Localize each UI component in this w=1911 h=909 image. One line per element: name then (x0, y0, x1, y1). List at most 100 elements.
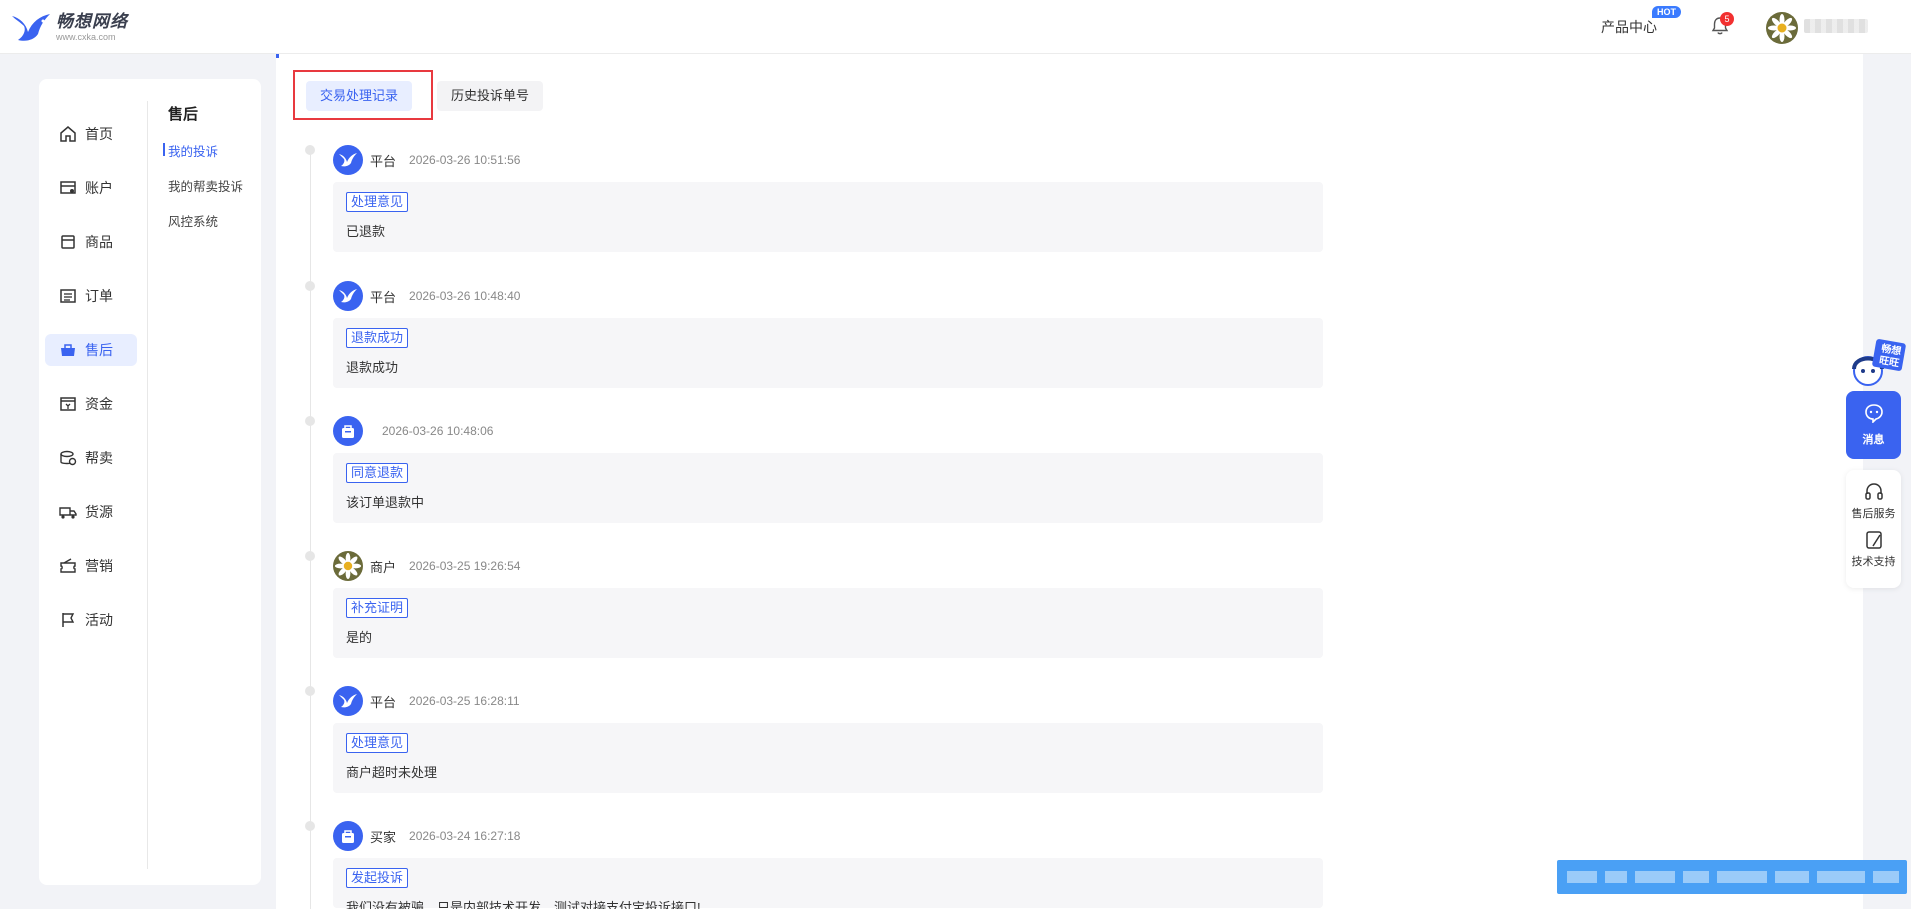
timeline-line (310, 154, 311, 909)
hot-badge: HOT (1652, 6, 1681, 18)
logo-name: 畅想网络 (56, 11, 128, 31)
aftersale-icon (61, 344, 75, 356)
bird-icon (339, 694, 357, 708)
home-icon (60, 126, 76, 142)
entry-content: 补充证明 是的 (333, 588, 1323, 658)
timeline-dot (305, 416, 315, 426)
entry-content: 发起投诉 我们没有被骗，只是内部技术开发，测试对接支付宝投诉接口! (333, 858, 1323, 909)
goods-icon (61, 235, 75, 249)
notification-badge: 5 (1720, 12, 1734, 26)
entry-tag: 补充证明 (346, 598, 409, 618)
menu-item-activity[interactable]: 活动 (45, 604, 137, 636)
funds-icon (60, 397, 76, 411)
entry-time: 2026-03-24 16:27:18 (409, 829, 521, 843)
logo[interactable]: 畅想网络 www.cxka.com (10, 10, 128, 44)
username-redacted (1804, 19, 1868, 33)
timeline-dot (305, 821, 315, 831)
entry-time: 2026-03-26 10:48:40 (409, 289, 521, 303)
menu-label: 营销 (85, 558, 113, 574)
flag-icon (62, 613, 75, 627)
menu-item-aftersale[interactable]: 售后 (45, 334, 137, 366)
entry-content: 处理意见 商户超时未处理 (333, 723, 1323, 793)
daisy-avatar-icon (334, 552, 362, 580)
merchant-avatar (333, 551, 363, 581)
entry-role: 买家 (370, 829, 397, 845)
submenu-item-my-complaints[interactable]: 我的投诉 (162, 141, 218, 160)
chat-icon (1865, 404, 1883, 423)
menu-label: 资金 (85, 396, 113, 412)
bird-icon (339, 289, 357, 303)
menu-item-order[interactable]: 订单 (45, 280, 137, 312)
logo-url: www.cxka.com (56, 31, 116, 42)
entry-time: 2026-03-25 19:26:54 (409, 559, 521, 573)
supply-icon (59, 507, 77, 519)
platform-avatar (333, 281, 363, 311)
mascot-widget[interactable]: 畅想旺旺 (1846, 337, 1906, 391)
entry-text: 是的 (346, 630, 373, 645)
after-sale-service-button[interactable]: 售后服务 (1846, 482, 1901, 521)
platform-avatar (333, 145, 363, 175)
menu-item-help-sell[interactable]: 帮卖 (45, 442, 137, 474)
timeline-dot (305, 686, 315, 696)
product-center-link[interactable]: 产品中心 (1601, 17, 1657, 37)
entry-time: 2026-03-26 10:48:06 (382, 424, 494, 438)
submenu-item-risk-control[interactable]: 风控系统 (168, 211, 218, 230)
help-sell-icon (60, 450, 77, 466)
notice-bar-redacted (1557, 860, 1907, 894)
menu-label: 首页 (85, 126, 113, 142)
menu-item-home[interactable]: 首页 (45, 118, 137, 150)
entry-text: 退款成功 (346, 360, 399, 375)
menu-label: 帮卖 (85, 450, 113, 466)
entry-time: 2026-03-26 10:51:56 (409, 153, 521, 167)
entry-tag: 处理意见 (346, 733, 409, 753)
bag-icon (342, 830, 354, 843)
bag-avatar (333, 821, 363, 851)
bag-icon (342, 425, 354, 438)
entry-role: 商户 (370, 559, 397, 575)
headset-icon (1864, 483, 1883, 500)
entry-text: 已退款 (346, 224, 386, 239)
user-avatar[interactable] (1766, 12, 1798, 44)
mascot-label: 畅想旺旺 (1878, 343, 1902, 370)
tech-support-label: 技术支持 (1851, 556, 1896, 568)
order-icon (60, 289, 76, 303)
menu-item-goods[interactable]: 商品 (45, 226, 137, 258)
service-card: 售后服务 技术支持 (1846, 470, 1901, 588)
entry-role: 平台 (370, 289, 397, 305)
entry-text: 该订单退款中 (346, 495, 425, 510)
after-sale-service-label: 售后服务 (1851, 508, 1896, 520)
entry-role: 平台 (370, 153, 397, 169)
bird-icon (339, 153, 357, 167)
menu-label: 商品 (85, 234, 113, 250)
tab-complaint-history[interactable]: 历史投诉单号 (437, 81, 544, 111)
menu-label: 货源 (85, 504, 113, 520)
entry-tag: 处理意见 (346, 192, 409, 212)
edit-doc-icon (1865, 531, 1882, 549)
timeline-dot (305, 551, 315, 561)
submenu-title: 售后 (168, 106, 199, 123)
message-button[interactable]: 消息 (1846, 391, 1901, 459)
menu-divider (147, 101, 148, 869)
submenu-item-help-sell-complaints[interactable]: 我的帮卖投诉 (168, 176, 243, 195)
entry-tag: 同意退款 (346, 463, 409, 483)
daisy-avatar-icon (1766, 12, 1798, 44)
entry-time: 2026-03-25 16:28:11 (409, 694, 520, 708)
menu-item-marketing[interactable]: 营销 (45, 550, 137, 582)
menu-label: 活动 (85, 612, 113, 628)
tech-support-button[interactable]: 技术支持 (1846, 530, 1901, 569)
tab-transaction-records[interactable]: 交易处理记录 (306, 81, 413, 111)
entry-content: 同意退款 该订单退款中 (333, 453, 1323, 523)
account-icon (60, 181, 76, 194)
menu-item-supply[interactable]: 货源 (45, 496, 137, 528)
top-header: 畅想网络 www.cxka.com 产品中心 HOT 5 (0, 0, 1911, 54)
entry-tag: 发起投诉 (346, 868, 409, 888)
menu-item-account[interactable]: 账户 (45, 172, 137, 204)
sidebar: 首页 账户 商品 订单 售后 资金 帮卖 货源 营销 活动 售后 我的投诉 我的… (39, 79, 261, 885)
menu-label: 售后 (85, 342, 113, 358)
message-label: 消息 (1862, 434, 1885, 446)
bag-avatar (333, 416, 363, 446)
entry-text: 我们没有被骗，只是内部技术开发，测试对接支付宝投诉接口! (346, 900, 701, 909)
menu-item-funds[interactable]: 资金 (45, 388, 137, 420)
entry-text: 商户超时未处理 (346, 765, 438, 780)
entry-role: 平台 (370, 694, 397, 710)
